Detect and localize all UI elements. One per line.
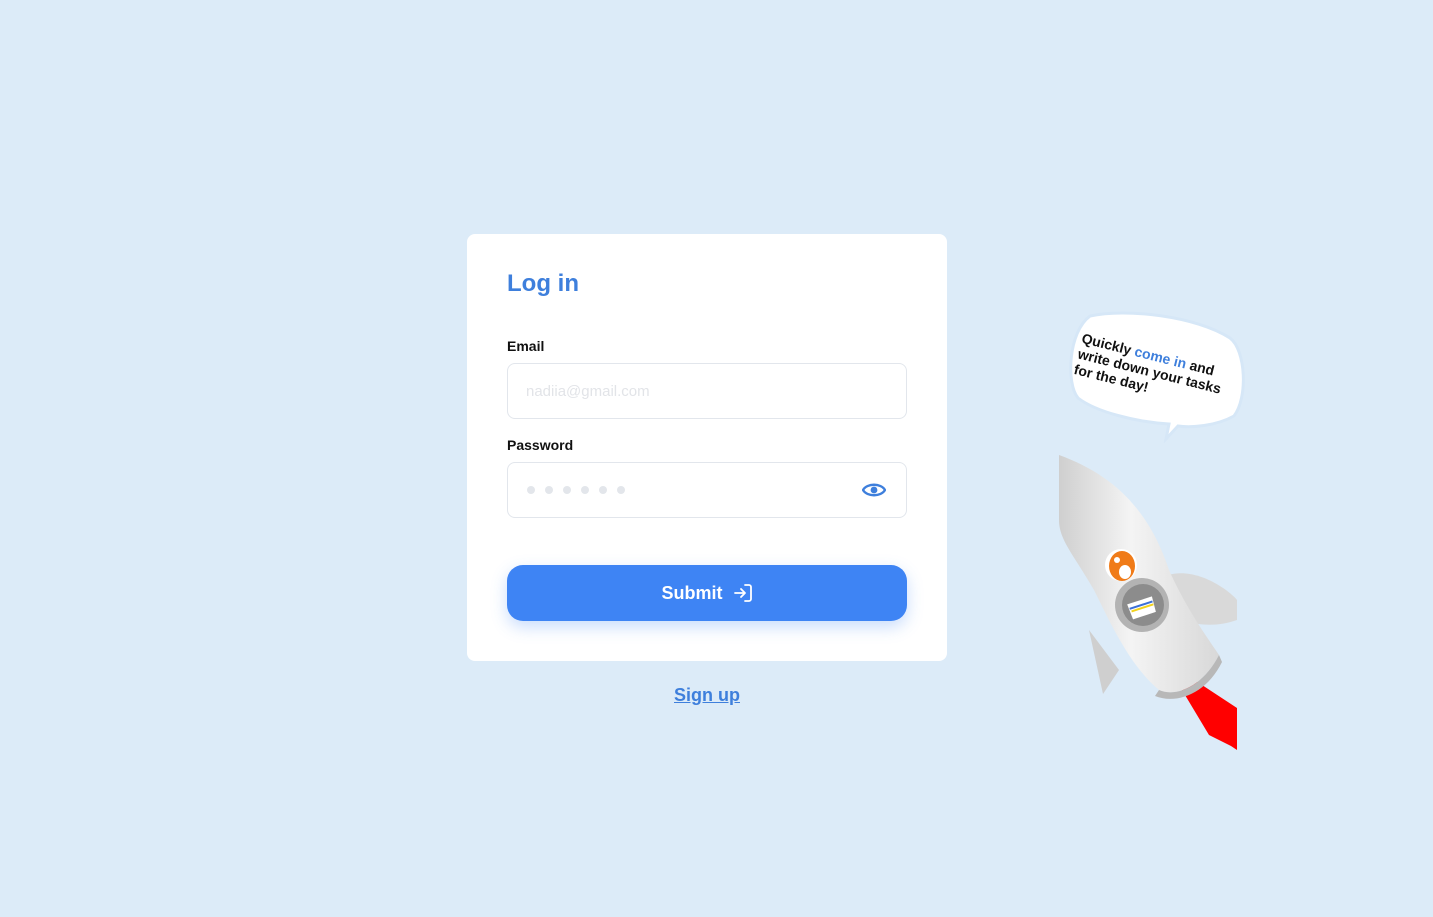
signup-link[interactable]: Sign up xyxy=(607,685,807,706)
submit-button[interactable]: Submit xyxy=(507,565,907,621)
email-field-wrapper xyxy=(507,363,907,419)
password-field[interactable] xyxy=(507,462,907,518)
sign-in-arrow-icon xyxy=(733,584,752,602)
password-label: Password xyxy=(507,437,574,453)
rocket-illustration xyxy=(1059,455,1237,750)
eye-icon[interactable] xyxy=(862,480,886,500)
password-placeholder-dots xyxy=(527,486,625,494)
submit-label: Submit xyxy=(661,582,723,603)
email-field[interactable] xyxy=(508,364,906,418)
login-card: Log in Email Password Submit xyxy=(467,234,947,661)
login-title: Log in xyxy=(507,270,579,297)
email-label: Email xyxy=(507,338,545,354)
